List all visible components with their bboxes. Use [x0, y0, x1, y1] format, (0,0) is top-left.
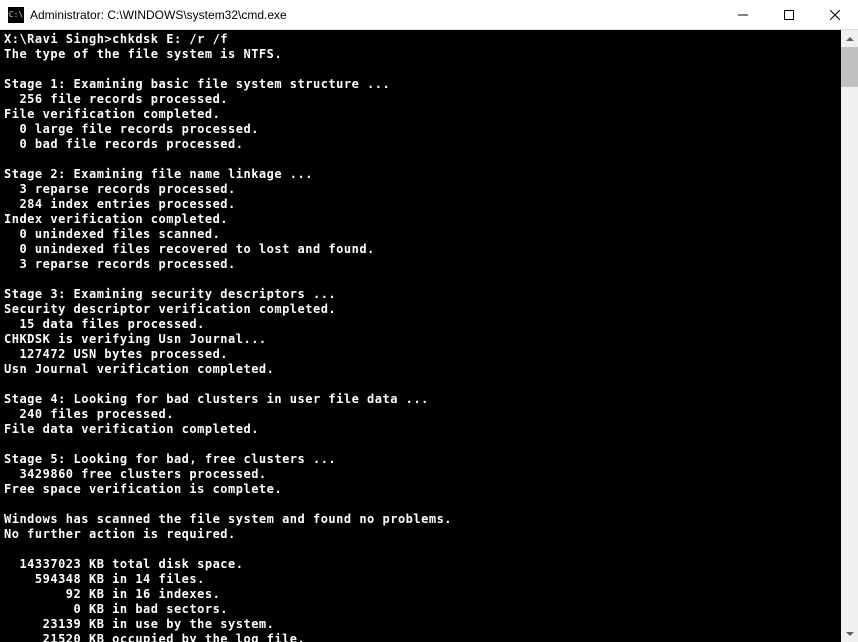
chevron-up-icon — [846, 37, 854, 41]
chevron-down-icon — [846, 632, 854, 636]
window-controls — [720, 0, 858, 29]
scroll-thumb[interactable] — [841, 47, 858, 87]
minimize-button[interactable] — [720, 0, 766, 29]
maximize-icon — [784, 10, 794, 20]
scroll-down-button[interactable] — [841, 625, 858, 642]
close-icon — [830, 10, 840, 20]
scroll-up-button[interactable] — [841, 30, 858, 47]
window-titlebar: C:\ Administrator: C:\WINDOWS\system32\c… — [0, 0, 858, 30]
terminal-output[interactable]: X:\Ravi Singh>chkdsk E: /r /f The type o… — [0, 30, 841, 642]
vertical-scrollbar[interactable] — [841, 30, 858, 642]
minimize-icon — [738, 10, 748, 20]
close-button[interactable] — [812, 0, 858, 29]
cmd-icon-text: C:\ — [9, 10, 23, 19]
cmd-icon: C:\ — [8, 7, 24, 23]
maximize-button[interactable] — [766, 0, 812, 29]
window-title: Administrator: C:\WINDOWS\system32\cmd.e… — [30, 8, 720, 22]
terminal-container: X:\Ravi Singh>chkdsk E: /r /f The type o… — [0, 30, 858, 642]
